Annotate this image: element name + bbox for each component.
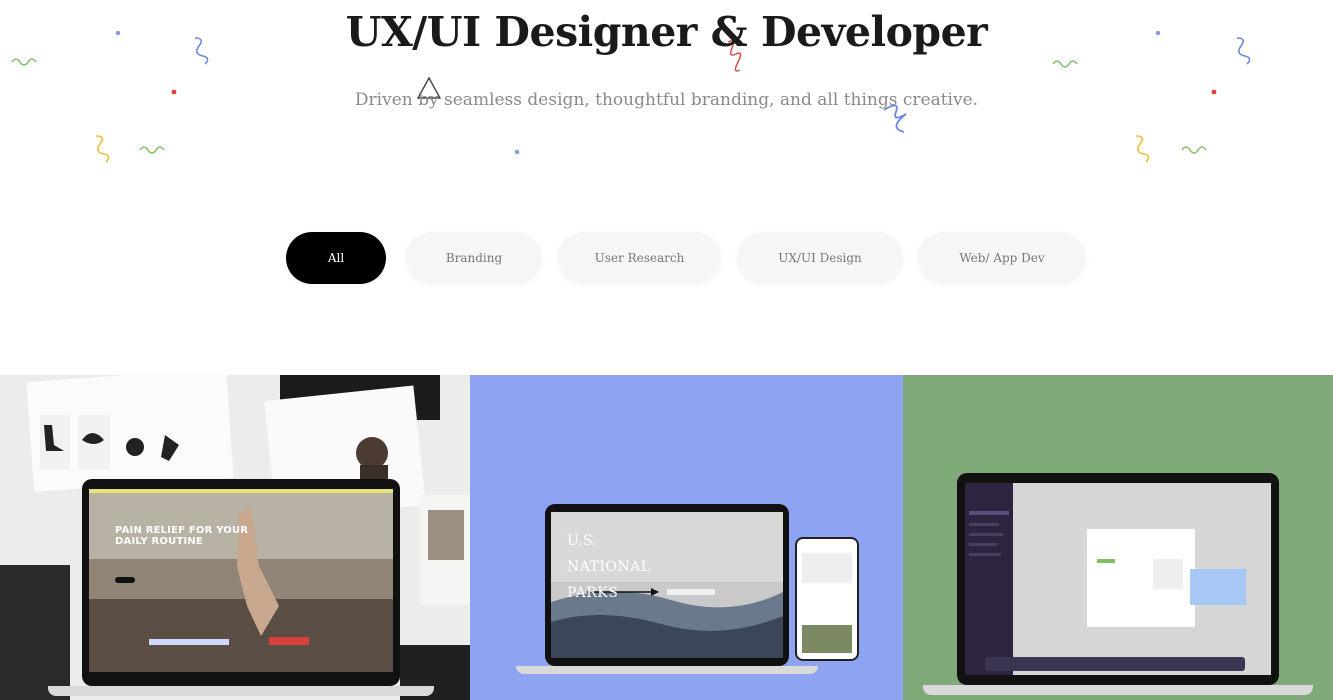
filter-branding-button[interactable]: Branding: [406, 232, 542, 284]
phone-photo: [802, 625, 852, 653]
laptop-base: [516, 666, 818, 674]
filter-all-button[interactable]: All: [286, 232, 386, 284]
filter-web-app-dev-button[interactable]: Web/ App Dev: [918, 232, 1086, 284]
cta-button-graphic: [115, 577, 135, 583]
project-screenshot: U.S. NATIONAL PARKS: [551, 512, 783, 658]
app-ui-illustration: [965, 483, 1271, 675]
phone-screen-content: [802, 553, 852, 583]
filter-user-research-button[interactable]: User Research: [558, 232, 721, 284]
page-subtitle: Driven by seamless design, thoughtful br…: [354, 90, 979, 110]
laptop-base: [923, 685, 1313, 695]
project-screenshot: PAIN RELIEF FOR YOUR DAILY ROUTINE: [89, 489, 393, 672]
project-card-pain-relief[interactable]: PAIN RELIEF FOR YOUR DAILY ROUTINE: [0, 375, 470, 700]
project-headline: PAIN RELIEF FOR YOUR DAILY ROUTINE: [115, 525, 249, 547]
filter-bar: All Branding User Research UX/UI Design …: [0, 232, 1333, 284]
filter-ux-ui-design-button[interactable]: UX/UI Design: [737, 232, 903, 284]
laptop-frame: U.S. NATIONAL PARKS: [545, 504, 789, 666]
laptop-frame: [957, 473, 1279, 685]
project-headline: U.S. NATIONAL PARKS: [567, 533, 651, 601]
laptop-base: [48, 686, 434, 696]
page-title: UX/UI Designer & Developer: [345, 8, 988, 56]
phone-mockup: [795, 537, 859, 661]
project-gallery: PAIN RELIEF FOR YOUR DAILY ROUTINE U.S. …: [0, 375, 1333, 700]
project-card-national-parks[interactable]: U.S. NATIONAL PARKS: [470, 375, 903, 700]
project-card-scheduling-app[interactable]: [903, 375, 1333, 700]
laptop-frame: PAIN RELIEF FOR YOUR DAILY ROUTINE: [82, 479, 400, 686]
project-screenshot: [965, 483, 1271, 675]
